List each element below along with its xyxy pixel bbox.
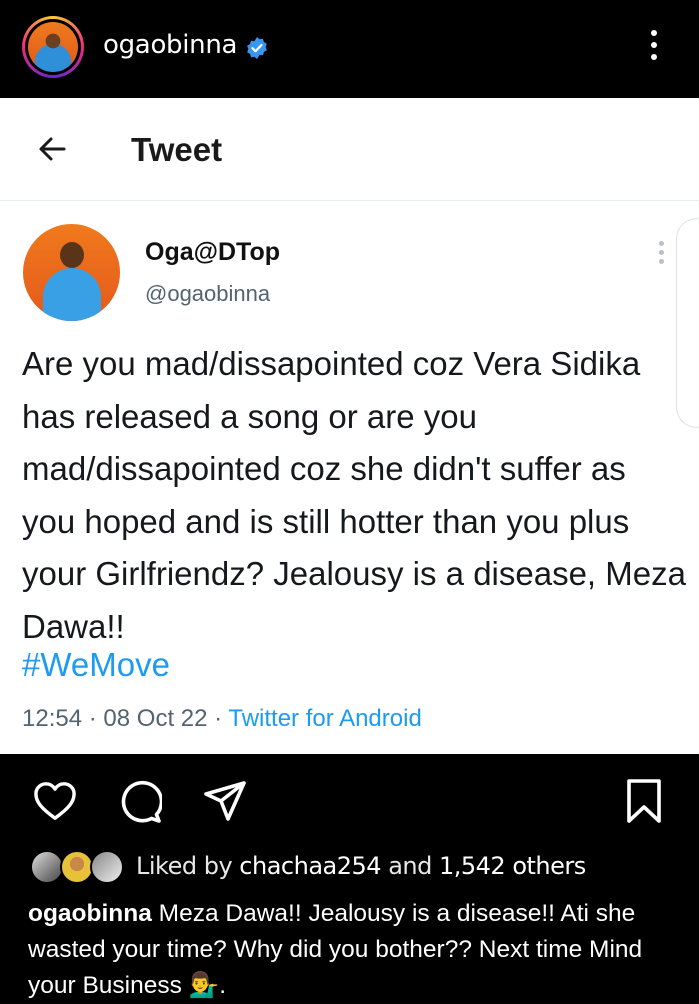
likes-and: and [388, 852, 432, 880]
tweet-text: Are you mad/dissapointed coz Vera Sidika… [22, 345, 686, 645]
page-title: Tweet [131, 131, 223, 168]
separator: · [214, 705, 223, 732]
liker-avatar[interactable] [60, 850, 94, 884]
tweet-screenshot: Tweet Oga@DTop @ogaobinna Are you mad/di… [0, 98, 699, 754]
tweet-source[interactable]: Twitter for Android [228, 705, 421, 732]
post-header: ogaobinna [0, 0, 699, 98]
liker-avatar[interactable] [30, 850, 64, 884]
tweet-avatar[interactable] [23, 224, 120, 321]
likes-summary[interactable]: Liked by chachaa254 and 1,542 others [136, 852, 586, 880]
back-arrow-icon[interactable] [36, 133, 68, 165]
story-ring[interactable] [22, 16, 84, 78]
tweet-time: 12:54 [22, 705, 83, 732]
more-vertical-icon[interactable] [646, 30, 662, 66]
caption-username[interactable]: ogaobinna [28, 900, 152, 927]
tweet-hashtag[interactable]: #WeMove [22, 646, 170, 684]
likes-prefix: Liked by [136, 852, 233, 880]
tweet-display-name[interactable]: Oga@DTop [145, 238, 280, 267]
avatar[interactable] [28, 22, 78, 72]
post-caption: ogaobinna Meza Dawa!! Jealousy is a dise… [28, 896, 688, 1004]
tweet-topbar: Tweet [0, 98, 699, 201]
tweet-metadata: 12:54 · 08 Oct 22 · Twitter for Android [22, 705, 422, 733]
heart-icon[interactable] [32, 780, 78, 822]
comment-icon[interactable] [118, 780, 162, 824]
liker-avatar[interactable] [90, 850, 124, 884]
tweet-handle[interactable]: @ogaobinna [145, 281, 270, 307]
verified-badge-icon [247, 37, 267, 59]
likes-others[interactable]: 1,542 others [439, 852, 586, 880]
likes-row: Liked by chachaa254 and 1,542 others [0, 844, 699, 892]
tweet-more-icon[interactable] [659, 241, 665, 268]
post-username[interactable]: ogaobinna [103, 30, 237, 60]
send-icon[interactable] [203, 780, 247, 824]
liker-username[interactable]: chachaa254 [239, 852, 381, 880]
tweet-date: 08 Oct 22 [103, 705, 208, 732]
bookmark-icon[interactable] [626, 778, 662, 824]
separator: · [88, 705, 97, 732]
post-actions [0, 754, 699, 844]
